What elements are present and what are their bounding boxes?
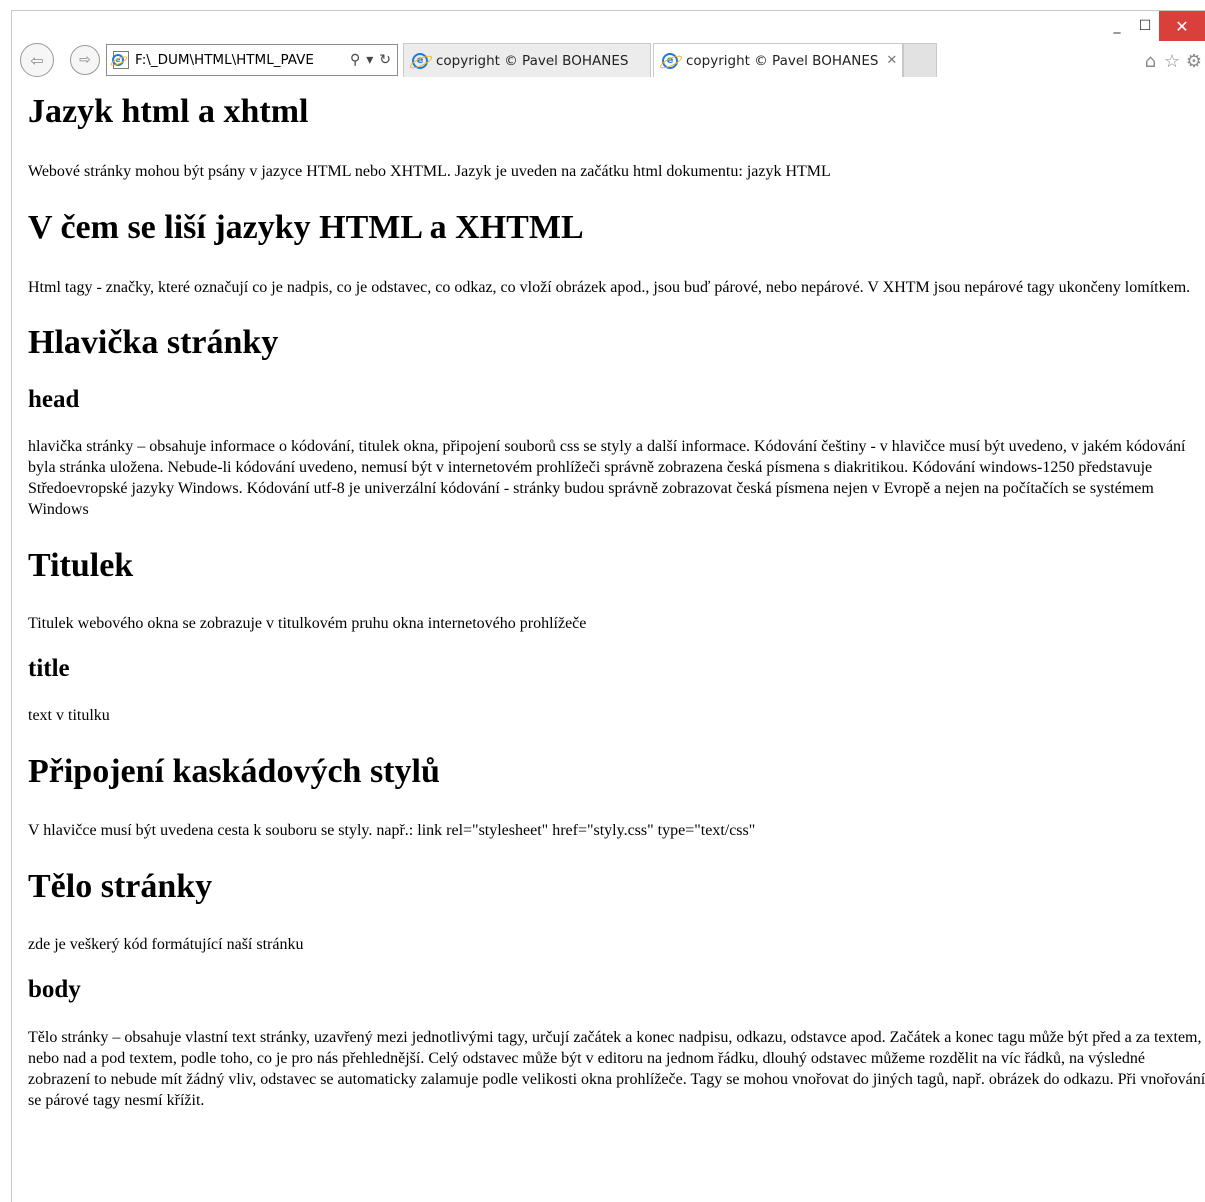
paragraph-titulek: Titulek webového okna se zobrazuje v tit… [28,615,587,632]
new-tab-button[interactable] [903,43,937,77]
back-arrow-icon: ⇦ [30,50,44,70]
heading-titulek: Titulek [28,547,134,584]
heading-styly: Připojení kaskádových stylů [28,753,440,790]
paragraph-body: Tělo stránky – obsahuje vlastní text str… [28,1029,1205,1109]
forward-arrow-icon: ⇨ [79,52,91,68]
paragraph-telo: zde je veškerý kód formátující naší strá… [28,936,304,953]
heading-hlavicka: Hlavička stránky [28,324,279,361]
maximize-button[interactable]: ☐ [1131,11,1159,41]
address-bar[interactable]: e F:\_DUM\HTML\HTML_PAVE ⚲ ▾ ↻ [106,44,398,76]
refresh-icon[interactable]: ↻ [379,52,391,68]
tab-close-icon[interactable]: ✕ [886,53,897,68]
ie-icon: e [112,54,124,66]
paragraph-title: text v titulku [28,707,110,724]
heading-body: body [28,976,81,1003]
address-tools: ⚲ ▾ ↻ [350,52,397,68]
heading-jazyk: Jazyk html a xhtml [28,93,309,130]
paragraph-styly: V hlavičce musí být uvedena cesta k soub… [28,822,756,839]
heading-head: head [28,386,80,413]
address-text[interactable]: F:\_DUM\HTML\HTML_PAVE [135,52,350,68]
favorites-star-icon[interactable]: ☆ [1164,51,1180,72]
back-button[interactable]: ⇦ [20,43,54,77]
tab-copyright-1[interactable]: e copyright © Pavel BOHANES [403,43,651,77]
minimize-button[interactable]: _ [1103,11,1131,41]
paragraph-head: hlavička stránky – obsahuje informace o … [28,438,1186,518]
search-icon[interactable]: ⚲ [350,52,360,68]
ie-icon: e [662,52,678,69]
heading-title: title [28,655,70,682]
paragraph-lisi: Html tagy - značky, které označují co je… [28,279,1191,296]
navigation-bar: ⇦ ⇨ e F:\_DUM\HTML\HTML_PAVE ⚲ ▾ ↻ e cop… [12,41,1205,79]
tab-copyright-2-active[interactable]: e copyright © Pavel BOHANES ✕ [653,43,903,77]
close-button[interactable]: ✕ [1159,11,1205,41]
chevron-down-icon[interactable]: ▾ [366,52,373,68]
forward-button[interactable]: ⇨ [70,45,100,75]
tab-label: copyright © Pavel BOHANES [686,52,879,69]
ie-icon: e [412,52,428,69]
page-content: Jazyk html a xhtml Webové stránky mohou … [28,87,1205,1111]
heading-telo: Tělo stránky [28,868,213,905]
window-controls: _ ☐ ✕ [1103,11,1205,41]
page-icon: e [112,51,129,69]
paragraph-jazyk: Webové stránky mohou být psány v jazyce … [28,163,831,180]
browser-window: _ ☐ ✕ ⇦ ⇨ e F:\_DUM\HTML\HTML_PAVE ⚲ ▾ ↻… [11,10,1205,1202]
gear-icon[interactable]: ⚙ [1186,51,1202,72]
tab-label: copyright © Pavel BOHANES [436,52,629,69]
heading-lisi: V čem se liší jazyky HTML a XHTML [28,209,584,246]
home-icon[interactable]: ⌂ [1145,51,1156,72]
